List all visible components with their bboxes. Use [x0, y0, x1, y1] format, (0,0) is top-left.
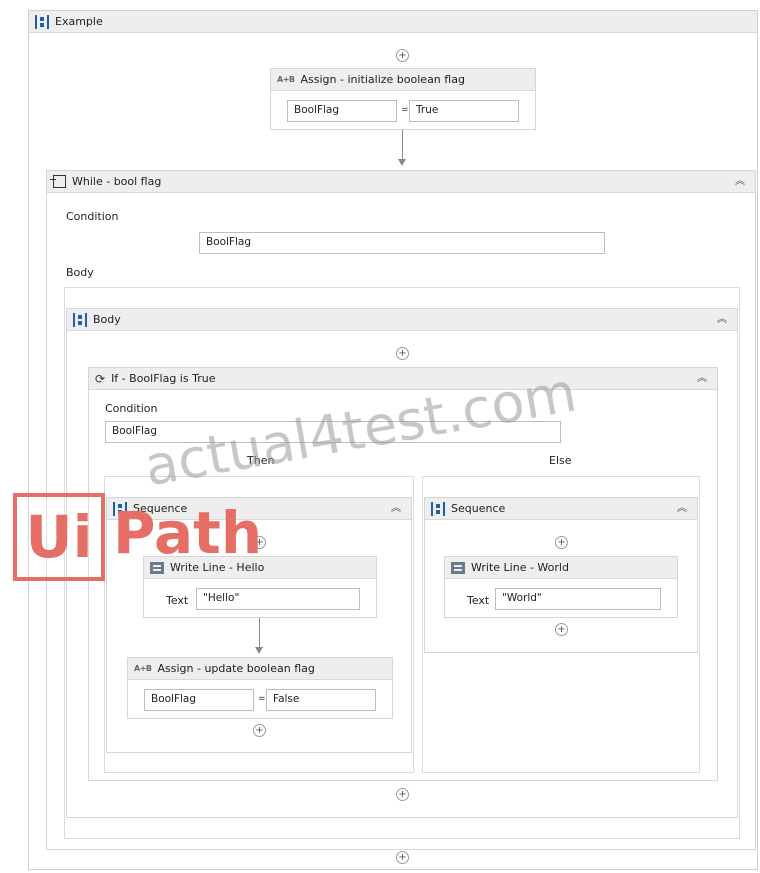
connector-line — [402, 130, 403, 160]
add-activity-icon[interactable]: + — [396, 49, 409, 62]
sequence-icon — [35, 14, 49, 29]
sequence-body-header[interactable]: Body ︽ — [67, 309, 737, 331]
add-activity-icon[interactable]: + — [396, 347, 409, 360]
write-line-hello-header[interactable]: Write Line - Hello — [144, 557, 376, 579]
sequence-example-title: Example — [55, 15, 103, 28]
while-header[interactable]: While - bool flag ︽ — [47, 171, 755, 193]
sequence-icon — [73, 312, 87, 327]
assign-initialize-header[interactable]: A+B Assign - initialize boolean flag — [271, 69, 535, 91]
assign-initialize-activity[interactable]: A+B Assign - initialize boolean flag Boo… — [270, 68, 536, 130]
if-else-label: Else — [549, 454, 572, 467]
sequence-else-title: Sequence — [451, 502, 506, 515]
write-line-icon — [451, 561, 465, 574]
connector-arrow — [398, 159, 406, 166]
connector-line — [259, 618, 260, 648]
sequence-icon — [431, 501, 445, 516]
while-title: While - bool flag — [72, 175, 162, 188]
assign-update-activity[interactable]: A+B Assign - update boolean flag BoolFla… — [127, 657, 393, 719]
equals-sign: = — [401, 105, 409, 115]
if-condition-field[interactable]: BoolFlag — [105, 421, 561, 443]
add-activity-icon[interactable]: + — [253, 536, 266, 549]
if-icon: ⟳ — [95, 371, 106, 386]
write-line-text-field[interactable]: "World" — [495, 588, 661, 610]
assign-icon: A+B — [134, 664, 152, 673]
if-condition-label: Condition — [105, 402, 158, 415]
add-activity-icon[interactable]: + — [396, 851, 409, 864]
sequence-then-title: Sequence — [133, 502, 188, 515]
collapse-icon[interactable]: ︽ — [733, 175, 747, 189]
while-body-label: Body — [66, 266, 94, 279]
while-icon — [50, 175, 66, 188]
sequence-body-title: Body — [93, 313, 121, 326]
assign-update-title: Assign - update boolean flag — [157, 662, 315, 675]
equals-sign: = — [258, 694, 266, 704]
if-title: If - BoolFlag is True — [111, 372, 216, 385]
collapse-icon[interactable]: ︽ — [715, 313, 729, 327]
assign-icon: A+B — [277, 75, 295, 84]
assign-to-field[interactable]: BoolFlag — [287, 100, 397, 122]
write-line-world-title: Write Line - World — [471, 561, 569, 574]
write-line-world-activity[interactable]: Write Line - World Text "World" — [444, 556, 678, 618]
write-line-hello-title: Write Line - Hello — [170, 561, 265, 574]
add-activity-icon[interactable]: + — [396, 788, 409, 801]
if-header[interactable]: ⟳ If - BoolFlag is True ︽ — [89, 368, 717, 390]
write-line-icon — [150, 561, 164, 574]
write-line-text-label: Text — [467, 594, 490, 607]
write-line-text-label: Text — [166, 594, 189, 607]
collapse-icon[interactable]: ︽ — [675, 502, 689, 516]
write-line-text-field[interactable]: "Hello" — [196, 588, 360, 610]
while-condition-label: Condition — [66, 210, 119, 223]
if-then-label: Then — [247, 454, 275, 467]
while-condition-field[interactable]: BoolFlag — [199, 232, 605, 254]
assign-value-field[interactable]: True — [409, 100, 519, 122]
assign-to-field[interactable]: BoolFlag — [144, 689, 254, 711]
sequence-then-header[interactable]: Sequence ︽ — [107, 498, 411, 520]
assign-update-header[interactable]: A+B Assign - update boolean flag — [128, 658, 392, 680]
collapse-icon[interactable]: ︽ — [389, 502, 403, 516]
assign-initialize-title: Assign - initialize boolean flag — [300, 73, 465, 86]
connector-arrow — [255, 647, 263, 654]
add-activity-icon[interactable]: + — [555, 536, 568, 549]
sequence-else-header[interactable]: Sequence ︽ — [425, 498, 697, 520]
write-line-hello-activity[interactable]: Write Line - Hello Text "Hello" — [143, 556, 377, 618]
add-activity-icon[interactable]: + — [555, 623, 568, 636]
assign-value-field[interactable]: False — [266, 689, 376, 711]
write-line-world-header[interactable]: Write Line - World — [445, 557, 677, 579]
collapse-icon[interactable]: ︽ — [695, 372, 709, 386]
sequence-icon — [113, 501, 127, 516]
add-activity-icon[interactable]: + — [253, 724, 266, 737]
sequence-example-header[interactable]: Example — [29, 11, 757, 33]
